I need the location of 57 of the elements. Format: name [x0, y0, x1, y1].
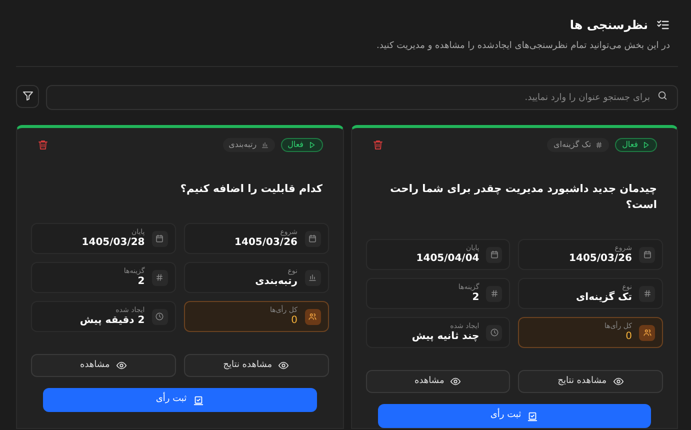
type-badge: رتبه‌بندی [222, 138, 275, 152]
hash-icon [642, 289, 652, 298]
stat-value: 2 [136, 276, 145, 288]
delete-button[interactable] [372, 139, 384, 151]
hash-icon [155, 273, 164, 282]
calendar-icon [490, 250, 499, 259]
delete-button[interactable] [37, 139, 49, 151]
bar-chart-icon [260, 141, 269, 149]
hash-icon [490, 289, 499, 298]
eye-icon [612, 376, 624, 387]
eye-icon [116, 360, 127, 371]
users-icon [642, 328, 652, 337]
search-field[interactable]: برای جستجو عنوان را وارد نمایید. [46, 85, 678, 110]
poll-title: کدام قابلیت را اضافه کنیم؟ [179, 182, 324, 197]
search-icon [657, 90, 668, 100]
stat-value: 1405/03/26 [569, 252, 632, 266]
type-badge: تک گزینه‌ای [547, 138, 610, 152]
poll-title: چیدمان جدید داشبورد مدیریت چقدر برای شما راحت است؟ [389, 182, 658, 213]
play-icon [642, 141, 650, 149]
calendar-icon [155, 234, 164, 243]
play-icon [308, 141, 316, 149]
status-badge: فعال [615, 138, 657, 152]
view-button[interactable]: مشاهده نتایج [518, 370, 663, 393]
page-title: نظرسنجی ها [570, 17, 648, 34]
stat-value: تک گزینه‌ای [576, 292, 632, 304]
stat-value: رتبه‌بندی [255, 276, 298, 288]
filter-icon [22, 90, 34, 102]
stat-value: 1405/03/28 [82, 236, 145, 250]
ballot-box-icon [192, 394, 204, 406]
list-check-icon [656, 18, 670, 32]
ballot-box-icon [527, 410, 538, 422]
stat-value: 2 دقیقه پیش [80, 314, 145, 328]
filter-button[interactable] [16, 84, 39, 108]
users-icon [308, 312, 317, 321]
trash-icon [37, 139, 49, 151]
stat-value: 0 [290, 314, 298, 328]
page-description: در این بخش می‌توانید تمام نظرسنجی‌های ایجادشده را مشاهده و مدیریت کنید. [375, 40, 670, 53]
calendar-icon [642, 250, 652, 259]
eye-icon [450, 376, 462, 387]
eye-icon [278, 360, 290, 371]
vote-button[interactable]: ثبت رأی [43, 388, 316, 412]
stat-value: 1405/04/04 [416, 252, 480, 266]
stat-value: چند ثانیه پیش [412, 330, 480, 344]
vote-button[interactable]: ثبت رأی [378, 404, 651, 428]
trash-icon [372, 139, 384, 151]
view-button[interactable]: مشاهده [31, 354, 176, 377]
stat-value: 2 [471, 292, 480, 304]
stat-value: 0 [624, 330, 632, 344]
status-badge: فعال [280, 138, 322, 152]
stat-value: 1405/03/26 [234, 236, 298, 250]
bar-chart-icon [308, 273, 317, 282]
clock-icon [155, 312, 164, 321]
clock-icon [490, 328, 499, 337]
view-button[interactable]: مشاهده [366, 370, 510, 393]
hash-icon [595, 141, 604, 149]
calendar-icon [308, 234, 317, 243]
view-button[interactable]: مشاهده نتایج [184, 354, 328, 377]
